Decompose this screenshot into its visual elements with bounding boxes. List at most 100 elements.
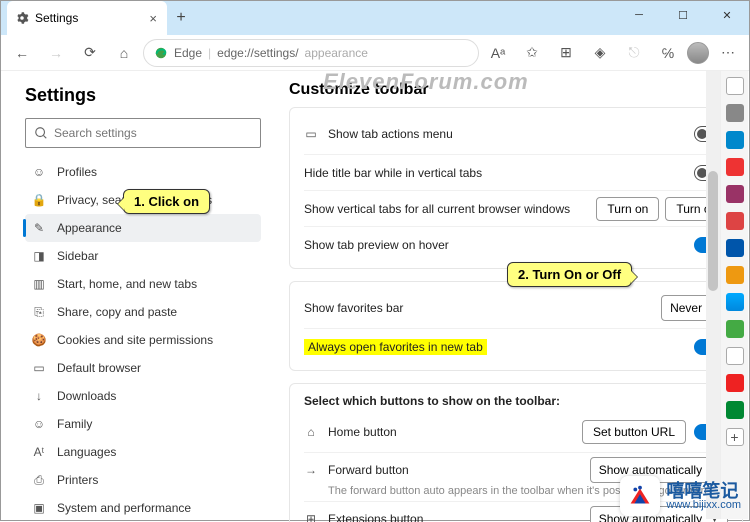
sidebar-app-icon[interactable] — [726, 401, 744, 419]
window-titlebar: Settings × + ─ ☐ ✕ — [1, 1, 749, 35]
url-host: Edge — [174, 46, 202, 60]
sidebar-app-icon[interactable] — [726, 374, 744, 392]
sidebar-app-icon[interactable] — [726, 266, 744, 284]
sidebar-item-label: Appearance — [57, 221, 122, 235]
window-close-button[interactable]: ✕ — [705, 1, 749, 29]
lock-icon: 🔒 — [31, 193, 47, 207]
row-label: Show favorites bar — [304, 301, 403, 315]
menu-button[interactable]: ⋯ — [713, 38, 743, 68]
sidebar-app-icon[interactable] — [726, 239, 744, 257]
new-tab-button[interactable]: + — [167, 4, 195, 32]
favorite-icon[interactable]: ✩ — [517, 38, 547, 68]
window-maximize-button[interactable]: ☐ — [661, 1, 705, 29]
turn-on-button[interactable]: Turn on — [596, 197, 659, 221]
cookie-icon: 🍪 — [31, 333, 47, 347]
row-label: Show tab preview on hover — [304, 238, 449, 252]
favorites-card: Show favorites bar Never▼ Always open fa… — [289, 281, 743, 371]
sidebar-item-start[interactable]: ▥ Start, home, and new tabs — [25, 270, 261, 298]
settings-sidebar: Settings ☺Profiles 🔒Privacy, search, and… — [1, 71, 271, 522]
scrollbar-track[interactable] — [706, 71, 720, 519]
read-aloud-icon[interactable]: Aᵃ — [483, 38, 513, 68]
edge-logo-icon — [154, 46, 168, 60]
tab-title: Settings — [35, 11, 78, 25]
settings-heading: Settings — [25, 85, 261, 106]
sidebar-item-languages[interactable]: Aᵗ Languages — [25, 438, 261, 466]
scrollbar-thumb[interactable] — [708, 171, 718, 291]
sidebar-item-label: Start, home, and new tabs — [57, 277, 197, 291]
row-label: Show vertical tabs for all current brows… — [304, 202, 570, 216]
card-subheading: Select which buttons to show on the tool… — [304, 394, 728, 408]
sidebar-item-label: Printers — [57, 473, 98, 487]
sidebar-app-icon[interactable] — [726, 347, 744, 365]
sidebar-app-icon[interactable] — [726, 104, 744, 122]
sidebar-item-profiles[interactable]: ☺ Profiles — [25, 158, 261, 186]
share-icon: ⎘ — [31, 305, 47, 320]
family-icon: ☺ — [31, 417, 47, 431]
sidebar-item-share[interactable]: ⎘Share, copy and paste — [25, 298, 261, 326]
system-icon: ▣ — [31, 501, 47, 515]
row-label-highlighted: Always open favorites in new tab — [304, 339, 487, 355]
annotation-step-1: 1. Click on — [123, 189, 210, 214]
profile-icon: ☺ — [31, 165, 47, 179]
set-button-url[interactable]: Set button URL — [582, 420, 686, 444]
edge-sidebar: + — [720, 71, 748, 519]
sidebar-item-sidebar[interactable]: ◨ Sidebar — [25, 242, 261, 270]
url-scheme: edge://settings/ — [217, 46, 298, 60]
language-icon: Aᵗ — [31, 445, 47, 459]
download-icon: ↓ — [31, 389, 47, 403]
collections-icon[interactable]: ⊞ — [551, 38, 581, 68]
sidebar-app-icon[interactable] — [726, 131, 744, 149]
sidebar-app-icon[interactable] — [726, 293, 744, 311]
select-value: Never — [670, 301, 702, 315]
gear-icon — [15, 11, 29, 25]
address-bar: ← → ⟳ ⌂ Edge | edge://settings/appearanc… — [1, 35, 749, 71]
search-icon — [34, 126, 48, 140]
row-label: Show tab actions menu — [328, 127, 453, 141]
home-button[interactable]: ⌂ — [109, 38, 139, 68]
watermark-text-cn: 嘻嘻笔记 — [666, 482, 741, 500]
back-button[interactable]: ← — [7, 38, 37, 68]
annotation-step-2: 2. Turn On or Off — [507, 262, 632, 287]
row-label: Hide title bar while in vertical tabs — [304, 166, 482, 180]
sidebar-app-icon[interactable] — [726, 185, 744, 203]
refresh-button[interactable]: ⟳ — [75, 38, 105, 68]
profile-avatar[interactable] — [687, 42, 709, 64]
sidebar-item-label: Sidebar — [57, 249, 98, 263]
browser-tab[interactable]: Settings × — [7, 1, 167, 35]
tab-settings-card: ▭Show tab actions menu Hide title bar wh… — [289, 107, 743, 269]
tabs-icon: ▥ — [31, 277, 47, 291]
section-heading: Customize toolbar — [289, 81, 743, 99]
sidebar-add-icon[interactable]: + — [726, 428, 744, 446]
search-input[interactable] — [54, 126, 252, 140]
sidebar-item-label: Cookies and site permissions — [57, 333, 213, 347]
sidebar-item-system[interactable]: ▣System and performance — [25, 494, 261, 522]
paint-icon: ✎ — [31, 221, 47, 235]
sidebar-item-cookies[interactable]: 🍪 Cookies and site permissions — [25, 326, 261, 354]
row-label: Forward button — [328, 463, 409, 477]
search-settings[interactable] — [25, 118, 261, 148]
sidebar-item-label: Languages — [57, 445, 116, 459]
sidebar-search-icon[interactable] — [726, 77, 744, 95]
panel-icon: ◨ — [31, 249, 47, 263]
sidebar-app-icon[interactable] — [726, 212, 744, 230]
shield-icon[interactable]: ◈ — [585, 38, 615, 68]
address-field[interactable]: Edge | edge://settings/appearance — [143, 39, 479, 67]
share-icon[interactable]: ⎋ — [619, 38, 649, 68]
forward-icon: → — [304, 463, 318, 477]
sidebar-item-label: Family — [57, 417, 92, 431]
sidebar-item-appearance[interactable]: ✎ Appearance — [25, 214, 261, 242]
sidebar-item-default[interactable]: ▭Default browser — [25, 354, 261, 382]
forward-button[interactable]: → — [41, 38, 71, 68]
watermark-logo-icon — [620, 476, 660, 516]
select-value: Show automatically — [599, 463, 702, 477]
close-tab-icon[interactable]: × — [149, 11, 157, 26]
sidebar-app-icon[interactable] — [726, 320, 744, 338]
sidebar-item-downloads[interactable]: ↓Downloads — [25, 382, 261, 410]
sidebar-app-icon[interactable] — [726, 158, 744, 176]
sidebar-item-printers[interactable]: ⎙Printers — [25, 466, 261, 494]
row-label: Home button — [328, 425, 397, 439]
sidebar-item-family[interactable]: ☺ Family — [25, 410, 261, 438]
extensions-icon[interactable]: ℅ — [653, 38, 683, 68]
sidebar-item-label: Profiles — [57, 165, 97, 179]
window-minimize-button[interactable]: ─ — [617, 1, 661, 29]
